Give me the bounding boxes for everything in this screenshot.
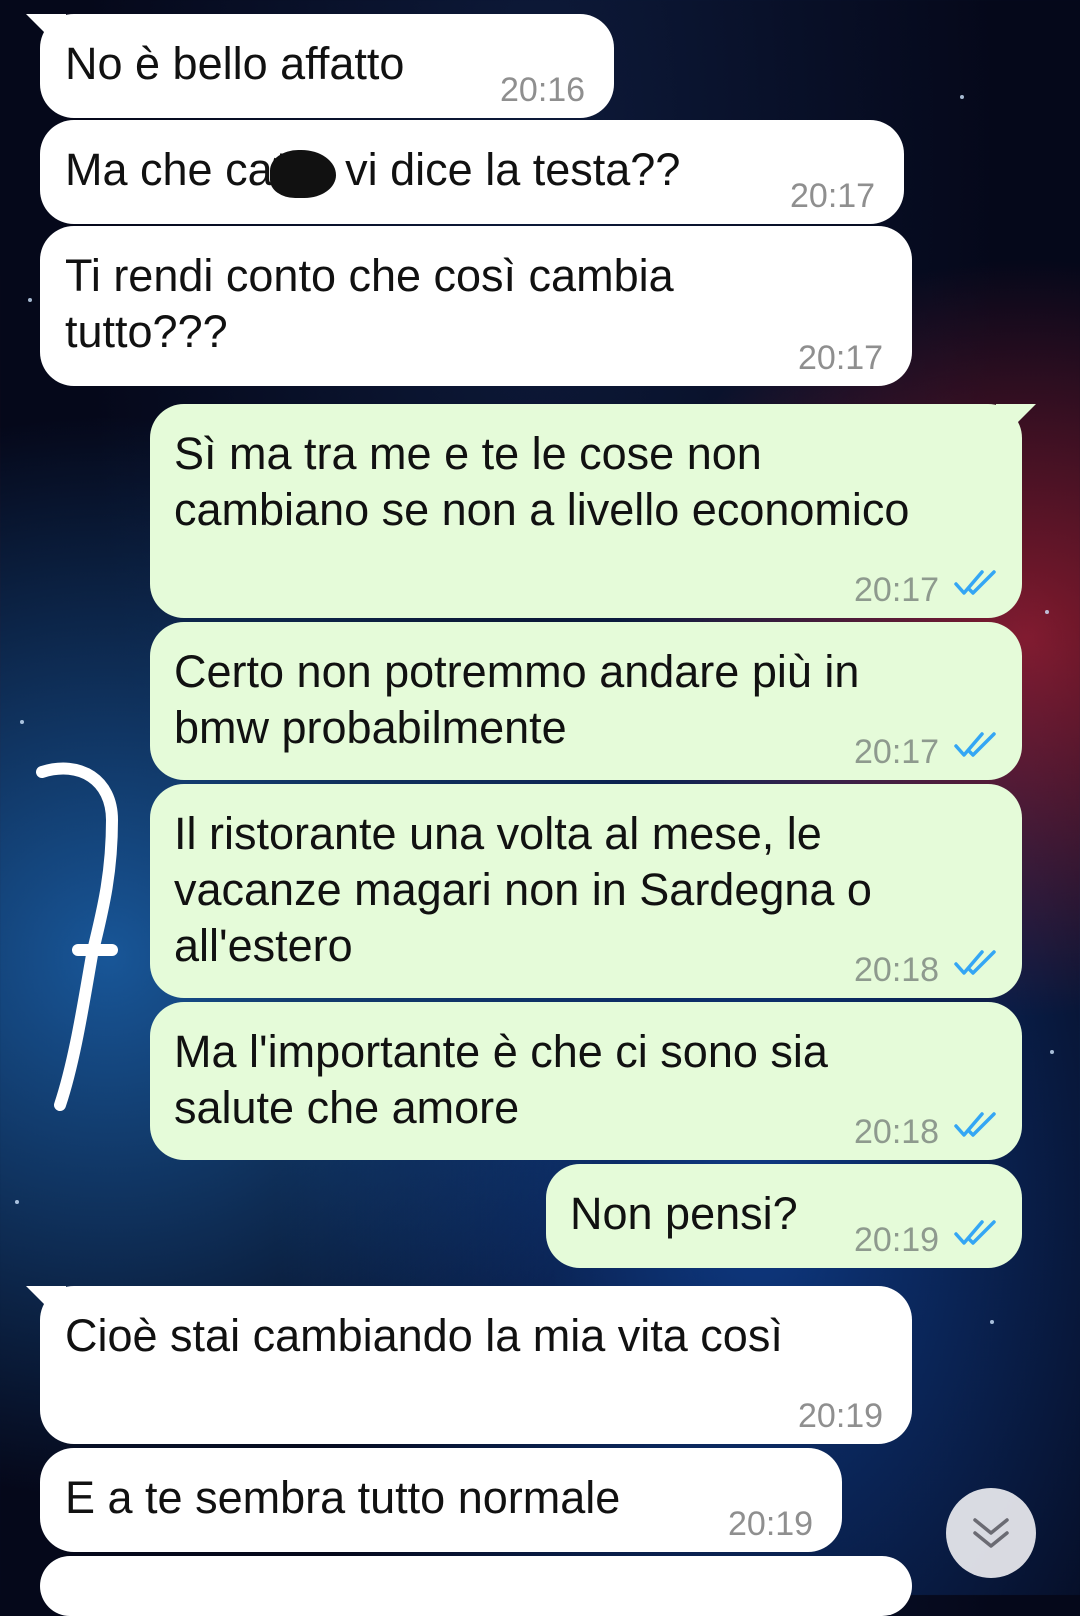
message-incoming[interactable]: Ti rendi conto che così cambia tutto??? … — [40, 226, 912, 386]
chevron-double-down-icon — [973, 1518, 1009, 1548]
message-incoming[interactable]: No è bello affatto 20:16 — [26, 14, 614, 118]
double-check-icon — [954, 570, 996, 595]
message-time: 20:16 — [500, 71, 586, 109]
message-outgoing[interactable]: Il ristorante una volta al mese, le vaca… — [150, 784, 1022, 998]
message-outgoing[interactable]: Certo non potremmo andare più in bmw pro… — [150, 622, 1022, 780]
message-text: Non pensi? — [570, 1188, 798, 1239]
message-time: 20:19 — [798, 1397, 884, 1435]
double-check-icon — [954, 950, 996, 975]
message-text: Certo non potremmo andare più in bmw pro… — [174, 646, 860, 753]
double-check-icon — [954, 1220, 996, 1245]
message-outgoing[interactable]: Ma l'importante è che ci sono sia salute… — [150, 1002, 1022, 1160]
message-time: 20:17 — [854, 571, 940, 609]
message-time: 20:17 — [854, 733, 940, 771]
message-time: 20:17 — [798, 339, 884, 377]
message-incoming[interactable]: Ma che ca**o vi dice la testa?? 20:17 — [40, 120, 904, 224]
double-check-icon — [954, 1112, 996, 1137]
message-incoming[interactable]: Cioè stai cambiando la mia vita così 20:… — [26, 1286, 912, 1444]
message-incoming-partial[interactable] — [40, 1556, 912, 1616]
message-time: 20:17 — [790, 177, 876, 215]
message-text: Ma l'importante è che ci sono sia salute… — [174, 1026, 828, 1133]
censor-blot — [270, 150, 336, 198]
message-outgoing[interactable]: Sì ma tra me e te le cose non cambiano s… — [150, 404, 1036, 618]
message-text: Il ristorante una volta al mese, le vaca… — [174, 808, 872, 971]
double-check-icon — [954, 732, 996, 757]
message-text: Ti rendi conto che così cambia tutto??? — [65, 250, 674, 357]
message-time: 20:19 — [728, 1505, 814, 1543]
message-outgoing[interactable]: Non pensi? 20:19 — [546, 1164, 1022, 1268]
message-text: Cioè stai cambiando la mia vita così — [65, 1310, 783, 1361]
message-time: 20:18 — [854, 951, 940, 989]
message-text: Sì ma tra me e te le cose non cambiano s… — [174, 428, 910, 535]
message-time: 20:19 — [854, 1221, 940, 1259]
message-incoming[interactable]: E a te sembra tutto normale 20:19 — [40, 1448, 842, 1552]
message-text: Ma che ca**o vi dice la testa?? — [65, 144, 681, 195]
message-time: 20:18 — [854, 1113, 940, 1151]
message-text: No è bello affatto — [65, 38, 405, 89]
bracket-annotation — [36, 762, 119, 1111]
scroll-to-bottom-button[interactable] — [946, 1488, 1036, 1578]
message-text: E a te sembra tutto normale — [65, 1472, 621, 1523]
